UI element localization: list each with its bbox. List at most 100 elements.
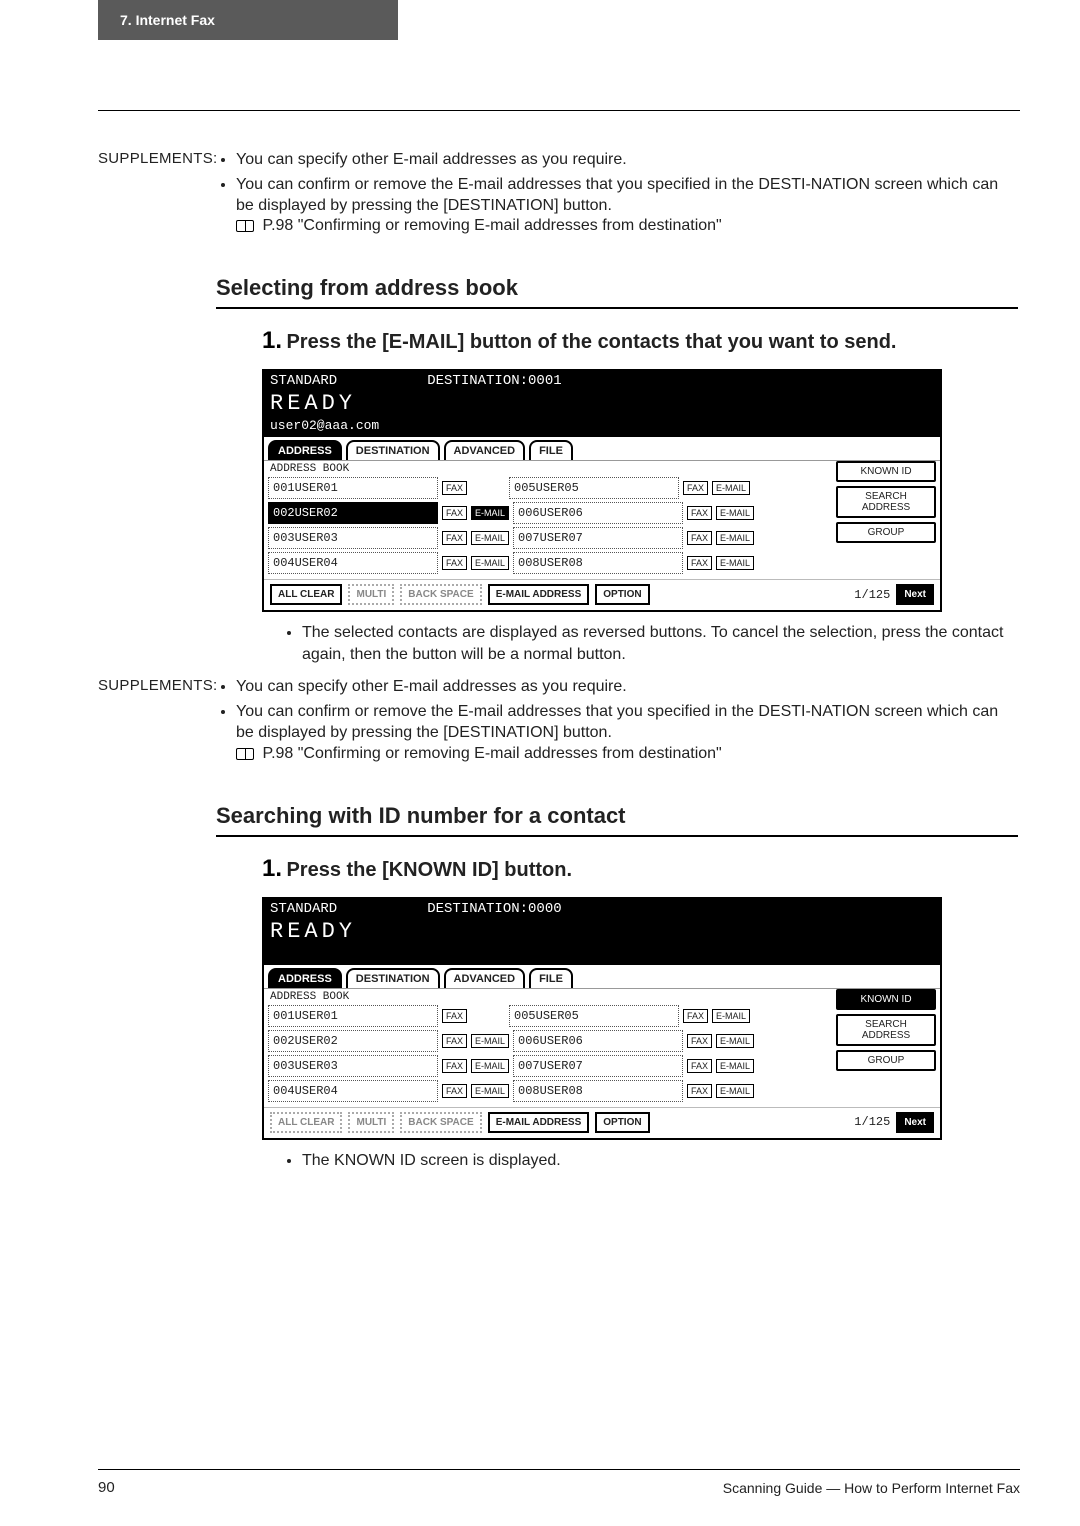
supplements-block-1: SUPPLEMENTS: You can specify other E-mai… [98, 150, 1018, 241]
page-indicator: 1/125 [854, 588, 890, 602]
multi-button[interactable]: MULTI [348, 584, 394, 605]
step-a: 1. Press the [E-MAIL] button of the cont… [262, 327, 1018, 355]
contact-005[interactable]: 005USER05 [509, 1005, 679, 1027]
fax-btn[interactable]: FAX [687, 1034, 712, 1048]
fax-btn[interactable]: FAX [687, 1059, 712, 1073]
contact-004[interactable]: 004USER04 [268, 1080, 438, 1102]
fax-btn[interactable]: FAX [687, 506, 712, 520]
tab-address[interactable]: ADDRESS [268, 440, 342, 460]
next-button[interactable]: Next [896, 584, 934, 605]
supp2-bullet-2: You can confirm or remove the E-mail add… [236, 702, 1018, 764]
fax-btn[interactable]: FAX [442, 1059, 467, 1073]
fax-btn[interactable]: FAX [687, 556, 712, 570]
email-btn[interactable]: E-MAIL [471, 1034, 509, 1048]
email-addr-button[interactable]: E-MAIL ADDRESS [488, 1112, 590, 1133]
page-indicator: 1/125 [854, 1115, 890, 1129]
supplements-label: SUPPLEMENTS: [98, 150, 216, 167]
email-btn[interactable]: E-MAIL [716, 506, 754, 520]
tab-address[interactable]: ADDRESS [268, 968, 342, 988]
group-button[interactable]: GROUP [836, 1050, 936, 1071]
supp2-b2-text: You can confirm or remove the E-mail add… [236, 703, 998, 741]
scr-ready: READY [264, 919, 940, 946]
next-button[interactable]: Next [896, 1112, 934, 1133]
contact-008[interactable]: 008USER08 [513, 552, 683, 574]
contact-002-selected[interactable]: 002USER02 [268, 502, 438, 524]
email-btn[interactable]: E-MAIL [716, 1059, 754, 1073]
fax-btn[interactable]: FAX [442, 531, 467, 545]
supplements-label-2: SUPPLEMENTS: [98, 677, 216, 694]
email-btn[interactable]: E-MAIL [471, 1084, 509, 1098]
supp1-ref: P.98 "Confirming or removing E-mail addr… [262, 217, 721, 234]
email-btn[interactable]: E-MAIL [716, 1034, 754, 1048]
email-btn[interactable]: E-MAIL [716, 556, 754, 570]
option-button[interactable]: OPTION [595, 584, 649, 605]
scr-standard: STANDARD [270, 901, 337, 917]
fax-btn[interactable]: FAX [687, 1084, 712, 1098]
note-a: The selected contacts are displayed as r… [282, 622, 1018, 665]
pager: 1/125 Next [854, 584, 934, 605]
group-button[interactable]: GROUP [836, 522, 936, 543]
rule-top [98, 110, 1020, 111]
backspace-button[interactable]: BACK SPACE [400, 584, 481, 605]
contact-001[interactable]: 001USER01 [268, 1005, 438, 1027]
search-address-button[interactable]: SEARCH ADDRESS [836, 1014, 936, 1046]
email-btn[interactable]: E-MAIL [716, 1084, 754, 1098]
email-btn[interactable]: E-MAIL [712, 481, 750, 495]
email-btn[interactable]: E-MAIL [471, 556, 509, 570]
scr-email-address: user02@aaa.com [264, 418, 940, 437]
fax-btn[interactable]: FAX [442, 1009, 467, 1023]
fax-btn[interactable]: FAX [687, 531, 712, 545]
email-btn[interactable]: E-MAIL [471, 531, 509, 545]
screenshot-a: STANDARD DESTINATION:0001 READY user02@a… [262, 369, 942, 612]
backspace-button[interactable]: BACK SPACE [400, 1112, 481, 1133]
fax-btn[interactable]: FAX [442, 556, 467, 570]
bottom-bar: ALL CLEAR MULTI BACK SPACE E-MAIL ADDRES… [264, 579, 940, 610]
book-icon [236, 220, 254, 232]
search-address-button[interactable]: SEARCH ADDRESS [836, 486, 936, 518]
tab-advanced[interactable]: ADVANCED [444, 440, 526, 460]
known-id-button-selected[interactable]: KNOWN ID [836, 989, 936, 1010]
known-id-button[interactable]: KNOWN ID [836, 461, 936, 482]
all-clear-button[interactable]: ALL CLEAR [270, 584, 342, 605]
contact-007[interactable]: 007USER07 [513, 1055, 683, 1077]
tab-file[interactable]: FILE [529, 968, 573, 988]
contact-006[interactable]: 006USER06 [513, 1030, 683, 1052]
rule-bottom [98, 1469, 1020, 1470]
email-btn[interactable]: E-MAIL [471, 1059, 509, 1073]
contact-003[interactable]: 003USER03 [268, 527, 438, 549]
supp1-b2-text: You can confirm or remove the E-mail add… [236, 176, 998, 214]
fax-btn[interactable]: FAX [442, 506, 467, 520]
fax-btn[interactable]: FAX [683, 481, 708, 495]
tab-destination[interactable]: DESTINATION [346, 968, 440, 988]
email-btn-selected[interactable]: E-MAIL [471, 506, 509, 520]
email-btn[interactable]: E-MAIL [716, 531, 754, 545]
contact-004[interactable]: 004USER04 [268, 552, 438, 574]
all-clear-button[interactable]: ALL CLEAR [270, 1112, 342, 1133]
tab-advanced[interactable]: ADVANCED [444, 968, 526, 988]
supp1-bullet-2: You can confirm or remove the E-mail add… [236, 175, 1018, 237]
chapter-tab: 7. Internet Fax [98, 0, 398, 40]
tab-file[interactable]: FILE [529, 440, 573, 460]
option-button[interactable]: OPTION [595, 1112, 649, 1133]
contact-008[interactable]: 008USER08 [513, 1080, 683, 1102]
fax-btn[interactable]: FAX [442, 481, 467, 495]
contact-005[interactable]: 005USER05 [509, 477, 679, 499]
scr-tabs: ADDRESS DESTINATION ADVANCED FILE [264, 965, 940, 989]
scr-dest-count: DESTINATION:0001 [427, 373, 561, 389]
email-btn[interactable]: E-MAIL [712, 1009, 750, 1023]
book-icon [236, 748, 254, 760]
supp1-bullet-1: You can specify other E-mail addresses a… [236, 150, 1018, 171]
email-addr-button[interactable]: E-MAIL ADDRESS [488, 584, 590, 605]
contact-007[interactable]: 007USER07 [513, 527, 683, 549]
fax-btn[interactable]: FAX [442, 1034, 467, 1048]
contact-002[interactable]: 002USER02 [268, 1030, 438, 1052]
right-buttons: KNOWN ID SEARCH ADDRESS GROUP [836, 461, 936, 543]
contact-003[interactable]: 003USER03 [268, 1055, 438, 1077]
fax-btn[interactable]: FAX [442, 1084, 467, 1098]
multi-button[interactable]: MULTI [348, 1112, 394, 1133]
contact-001[interactable]: 001USER01 [268, 477, 438, 499]
contact-006[interactable]: 006USER06 [513, 502, 683, 524]
scr-dest-count: DESTINATION:0000 [427, 901, 561, 917]
fax-btn[interactable]: FAX [683, 1009, 708, 1023]
tab-destination[interactable]: DESTINATION [346, 440, 440, 460]
